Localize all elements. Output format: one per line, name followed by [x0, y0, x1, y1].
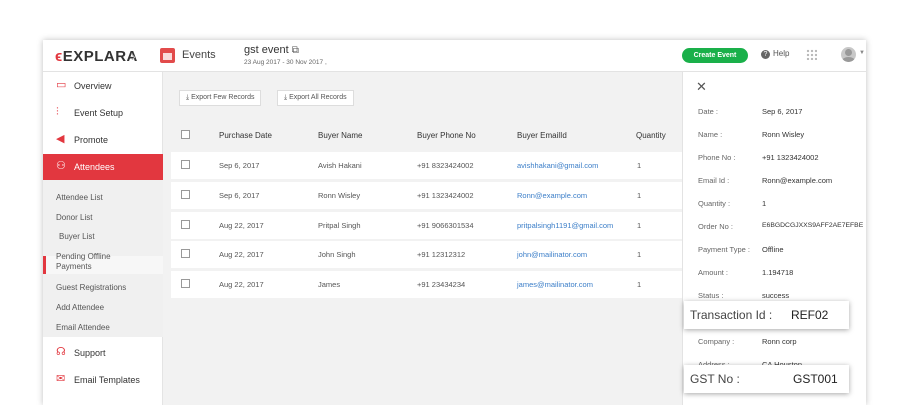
transaction-id-label: Transaction Id : — [690, 308, 773, 322]
sidebar-item-event-setup[interactable]: ⫶ Event Setup — [43, 100, 163, 126]
row-checkbox[interactable] — [181, 279, 190, 288]
sidebar-item-email-templates[interactable]: ✉ Email Templates — [43, 367, 163, 393]
cell-phone: +91 12312312 — [417, 250, 466, 259]
col-purchase-date[interactable]: Purchase Date — [219, 131, 272, 140]
app-window: ϵEXPLARA › Events gst event ⧉ 23 Aug 201… — [43, 40, 866, 405]
gst-no-label: GST No : — [690, 372, 740, 386]
submenu-donor-list[interactable]: Donor List — [56, 213, 92, 223]
cell-qty: 1 — [637, 250, 642, 259]
row-checkbox[interactable] — [181, 190, 190, 199]
logo-text: EXPLARA — [62, 48, 138, 65]
transaction-id-callout: Transaction Id : REF02 — [684, 301, 849, 329]
table-header-row: Purchase Date Buyer Name Buyer Phone No … — [171, 122, 682, 149]
cell-date: Aug 22, 2017 — [219, 221, 264, 230]
events-icon — [160, 48, 175, 63]
col-buyer-phone[interactable]: Buyer Phone No — [417, 131, 476, 140]
close-icon[interactable]: ✕ — [696, 79, 707, 95]
row-checkbox[interactable] — [181, 249, 190, 258]
cell-date: Sep 6, 2017 — [219, 161, 260, 170]
download-icon: ⤓ — [284, 94, 288, 101]
cell-name: John Singh — [318, 250, 356, 259]
cell-name: James — [318, 280, 341, 289]
cell-name: Ronn Wisley — [318, 191, 361, 200]
submenu-buyer-list[interactable]: Buyer List — [59, 232, 95, 242]
event-dates: 23 Aug 2017 - 30 Nov 2017 , — [244, 59, 327, 66]
cell-phone: +91 23434234 — [417, 280, 466, 289]
transaction-id-value: REF02 — [791, 308, 829, 322]
submenu-guest-registrations[interactable]: Guest Registrations — [56, 283, 126, 293]
cell-date: Aug 22, 2017 — [219, 280, 264, 289]
sidebar-item-overview[interactable]: ▭ Overview — [43, 73, 163, 99]
cell-qty: 1 — [637, 280, 642, 289]
cell-qty: 1 — [637, 191, 642, 200]
col-buyer-name[interactable]: Buyer Name — [318, 131, 362, 140]
sliders-icon: ⫶ — [56, 106, 59, 118]
cell-date: Sep 6, 2017 — [219, 191, 260, 200]
table-row[interactable]: Sep 6, 2017 Ronn Wisley +91 1323424002 R… — [171, 182, 682, 209]
select-all-checkbox[interactable] — [181, 130, 190, 139]
megaphone-icon: ◀ — [56, 133, 65, 145]
submenu-add-attendee[interactable]: Add Attendee — [56, 303, 104, 313]
cell-email[interactable]: avishhakani@gmail.com — [517, 161, 598, 170]
sidebar-item-support[interactable]: ☊ Support — [43, 340, 163, 366]
help-link[interactable]: ? Help — [761, 49, 789, 59]
export-all-records-button[interactable]: ⤓ Export All Records — [277, 90, 354, 106]
table-row[interactable]: Sep 6, 2017 Avish Hakani +91 8323424002 … — [171, 152, 682, 179]
explara-logo[interactable]: ϵEXPLARA — [55, 48, 138, 65]
submenu-email-attendee[interactable]: Email Attendee — [56, 323, 110, 333]
sidebar: ▭ Overview ⫶ Event Setup ◀ Promote ⚇ Att… — [43, 72, 163, 405]
sidebar-item-promote[interactable]: ◀ Promote — [43, 127, 163, 153]
create-event-button[interactable]: Create Event — [682, 48, 748, 63]
row-checkbox[interactable] — [181, 220, 190, 229]
avatar[interactable] — [841, 47, 856, 62]
cell-qty: 1 — [637, 161, 642, 170]
breadcrumb-chevron-icon: › — [131, 48, 136, 64]
table-row[interactable]: Aug 22, 2017 James +91 23434234 james@ma… — [171, 271, 682, 298]
users-icon: ⚇ — [56, 160, 66, 172]
chevron-down-icon[interactable]: ▼ — [859, 50, 865, 56]
cell-email[interactable]: pritpalsingh1191@gmail.com — [517, 221, 613, 230]
submenu-attendee-list[interactable]: Attendee List — [56, 193, 103, 203]
section-label[interactable]: Events — [182, 49, 216, 61]
cell-email[interactable]: john@mailinator.com — [517, 250, 587, 259]
cell-phone: +91 9066301534 — [417, 221, 474, 230]
cell-qty: 1 — [637, 221, 642, 230]
table-row[interactable]: Aug 22, 2017 Pritpal Singh +91 906630153… — [171, 212, 682, 239]
buyer-details-panel: ✕ Date : Sep 6, 2017 Name : Ronn Wisley Ph… — [682, 72, 866, 405]
external-link-icon[interactable]: ⧉ — [292, 45, 299, 56]
gst-no-callout: GST No : GST001 — [684, 365, 849, 393]
top-bar: ϵEXPLARA › Events gst event ⧉ 23 Aug 201… — [43, 40, 866, 72]
table-row[interactable]: Aug 22, 2017 John Singh +91 12312312 joh… — [171, 241, 682, 268]
cell-date: Aug 22, 2017 — [219, 250, 264, 259]
col-buyer-email[interactable]: Buyer EmailId — [517, 131, 567, 140]
help-icon: ? — [761, 50, 770, 59]
row-checkbox[interactable] — [181, 160, 190, 169]
export-few-records-button[interactable]: ⤓ Export Few Records — [179, 90, 262, 106]
monitor-icon: ▭ — [56, 79, 67, 91]
headset-icon: ☊ — [56, 346, 66, 358]
envelope-icon: ✉ — [56, 373, 66, 385]
download-icon: ⤓ — [186, 94, 190, 101]
gst-no-value: GST001 — [793, 372, 838, 386]
cell-phone: +91 8323424002 — [417, 161, 474, 170]
col-quantity[interactable]: Quantity — [636, 131, 666, 140]
cell-email[interactable]: Ronn@example.com — [517, 191, 587, 200]
sidebar-item-attendees[interactable]: ⚇ Attendees — [43, 154, 163, 180]
cell-name: Avish Hakani — [318, 161, 362, 170]
cell-name: Pritpal Singh — [318, 221, 361, 230]
cell-email[interactable]: james@mailinator.com — [517, 280, 593, 289]
submenu-pending-offline-payments[interactable]: Pending Offline Payments — [56, 252, 136, 272]
apps-grid-icon[interactable] — [806, 49, 817, 60]
cell-phone: +91 1323424002 — [417, 191, 474, 200]
event-title[interactable]: gst event ⧉ — [244, 44, 299, 56]
